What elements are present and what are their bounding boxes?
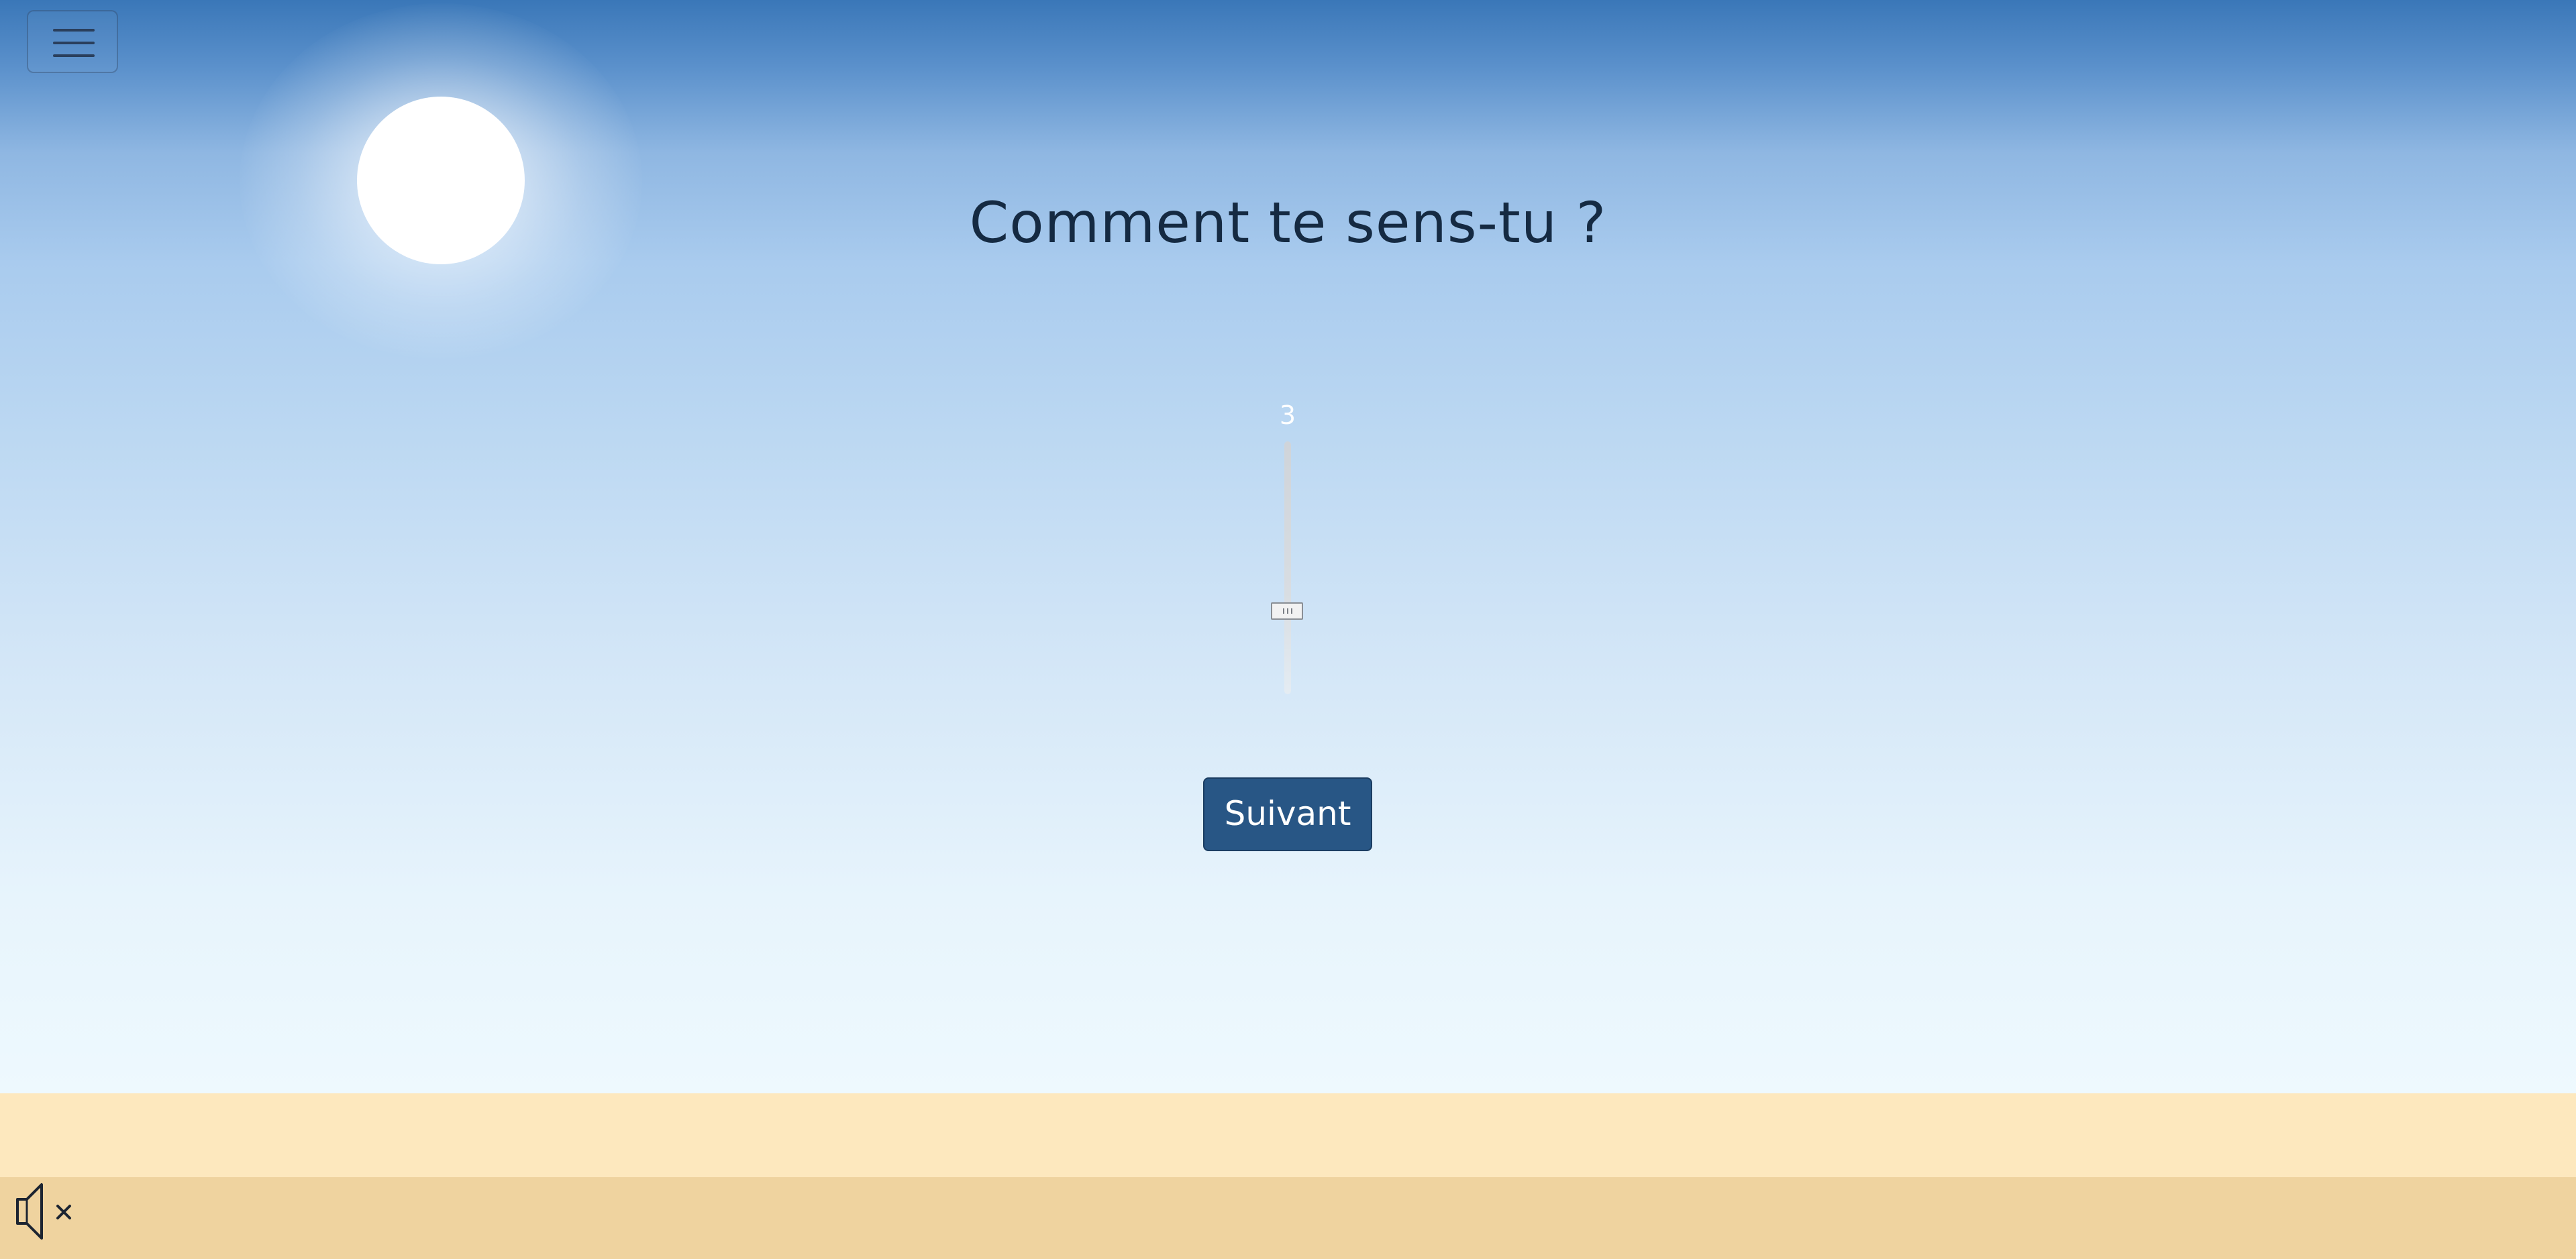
- sound-muted-icon: [16, 1183, 71, 1240]
- sand-lower-band: [0, 1177, 2576, 1259]
- slider-value-label: 3: [1279, 400, 1296, 430]
- sound-toggle-button[interactable]: [15, 1179, 79, 1244]
- scene: Comment te sens-tu ? 3 Suivant: [0, 0, 2576, 1259]
- slider-handle[interactable]: [1271, 602, 1303, 620]
- sand-upper-band: [0, 1093, 2576, 1177]
- mood-slider[interactable]: 3: [1270, 400, 1306, 696]
- menu-button[interactable]: [27, 10, 118, 73]
- question-title: Comment te sens-tu ?: [969, 190, 1607, 256]
- next-button[interactable]: Suivant: [1203, 777, 1372, 851]
- slider-track[interactable]: [1284, 441, 1291, 694]
